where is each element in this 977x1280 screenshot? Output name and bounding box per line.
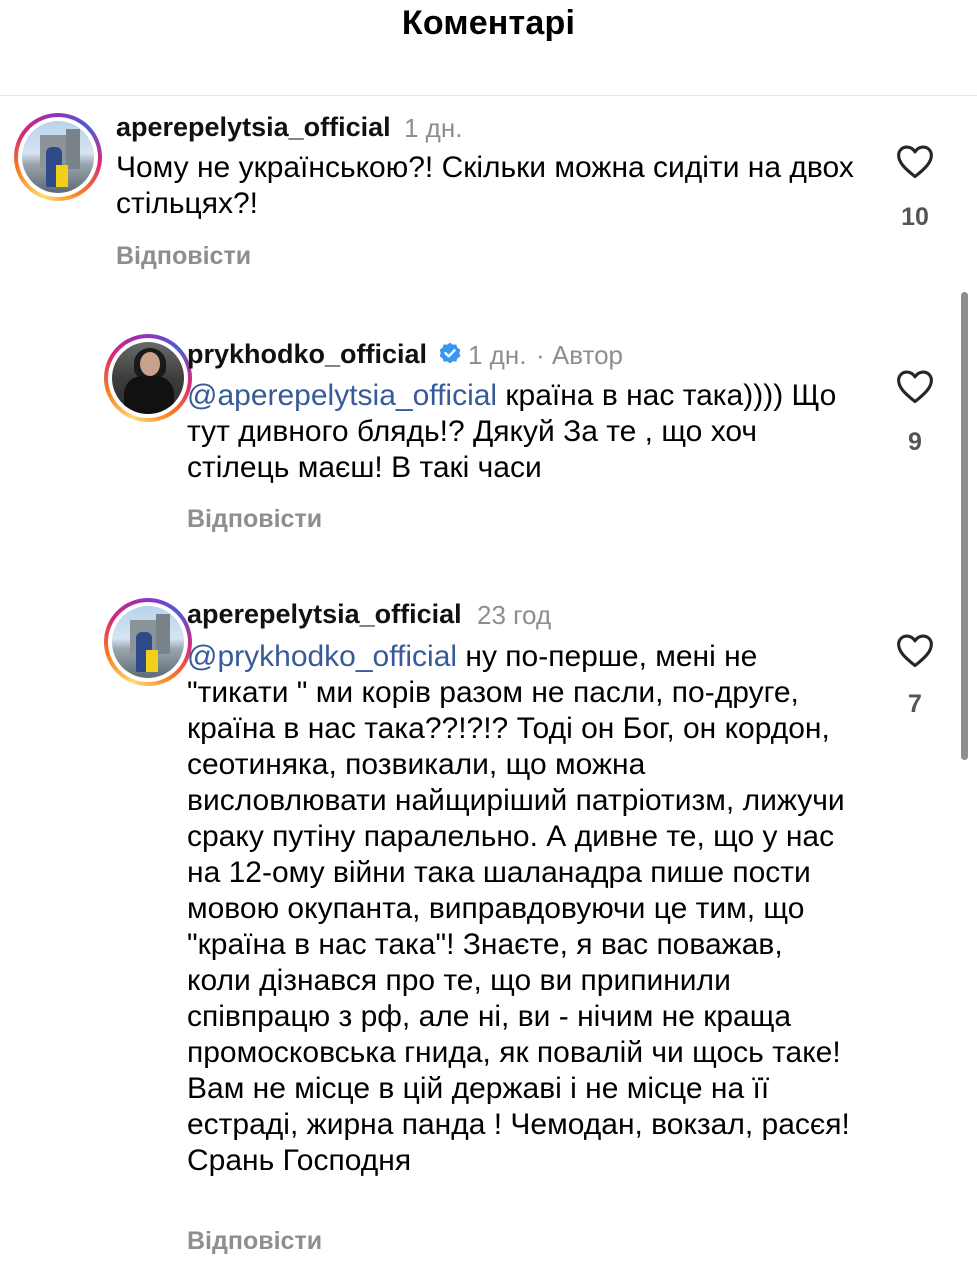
heart-outline-icon[interactable] xyxy=(895,632,935,668)
author-label: · Автор xyxy=(536,340,624,370)
reply-button[interactable]: Відповісти xyxy=(187,1227,322,1256)
like-count: 10 xyxy=(901,203,929,231)
avatar[interactable] xyxy=(104,334,192,422)
heart-outline-icon[interactable] xyxy=(895,143,935,179)
mention-link[interactable]: @aperepelytsia_official xyxy=(187,379,497,412)
avatar[interactable] xyxy=(104,598,192,686)
avatar-photo xyxy=(112,606,184,678)
mention-link[interactable]: @prykhodko_official xyxy=(187,640,457,673)
avatar-photo xyxy=(112,342,184,414)
comment-text-body: ну по-перше, мені не "тикати " ми корів … xyxy=(187,640,850,1177)
heart-outline-icon[interactable] xyxy=(895,368,935,404)
comment-text: @aperepelytsia_official країна в нас так… xyxy=(187,378,847,486)
reply-button[interactable]: Відповісти xyxy=(187,505,322,534)
comment-username[interactable]: aperepelytsia_official xyxy=(187,599,462,630)
like-count: 9 xyxy=(908,428,922,456)
comment-username[interactable]: aperepelytsia_official xyxy=(116,112,391,143)
like-count: 7 xyxy=(908,690,922,718)
comment-timestamp: 23 год xyxy=(477,600,552,630)
comment-text: Чому не українською?! Скільки можна сиді… xyxy=(116,151,854,220)
comment-text: @prykhodko_official ну по-перше, мені не… xyxy=(187,639,852,1179)
comment-timestamp: 1 дн. xyxy=(468,340,527,370)
page-title: Коментарі xyxy=(401,4,576,42)
comment-username[interactable]: prykhodko_official xyxy=(187,339,427,370)
avatar-photo xyxy=(22,121,94,193)
verified-badge-icon xyxy=(439,342,461,364)
reply-button[interactable]: Відповісти xyxy=(116,242,251,271)
comments-header: Коментарі xyxy=(0,0,977,96)
comment-timestamp: 1 дн. xyxy=(404,113,463,143)
scrollbar[interactable] xyxy=(961,292,968,760)
avatar[interactable] xyxy=(14,113,102,201)
